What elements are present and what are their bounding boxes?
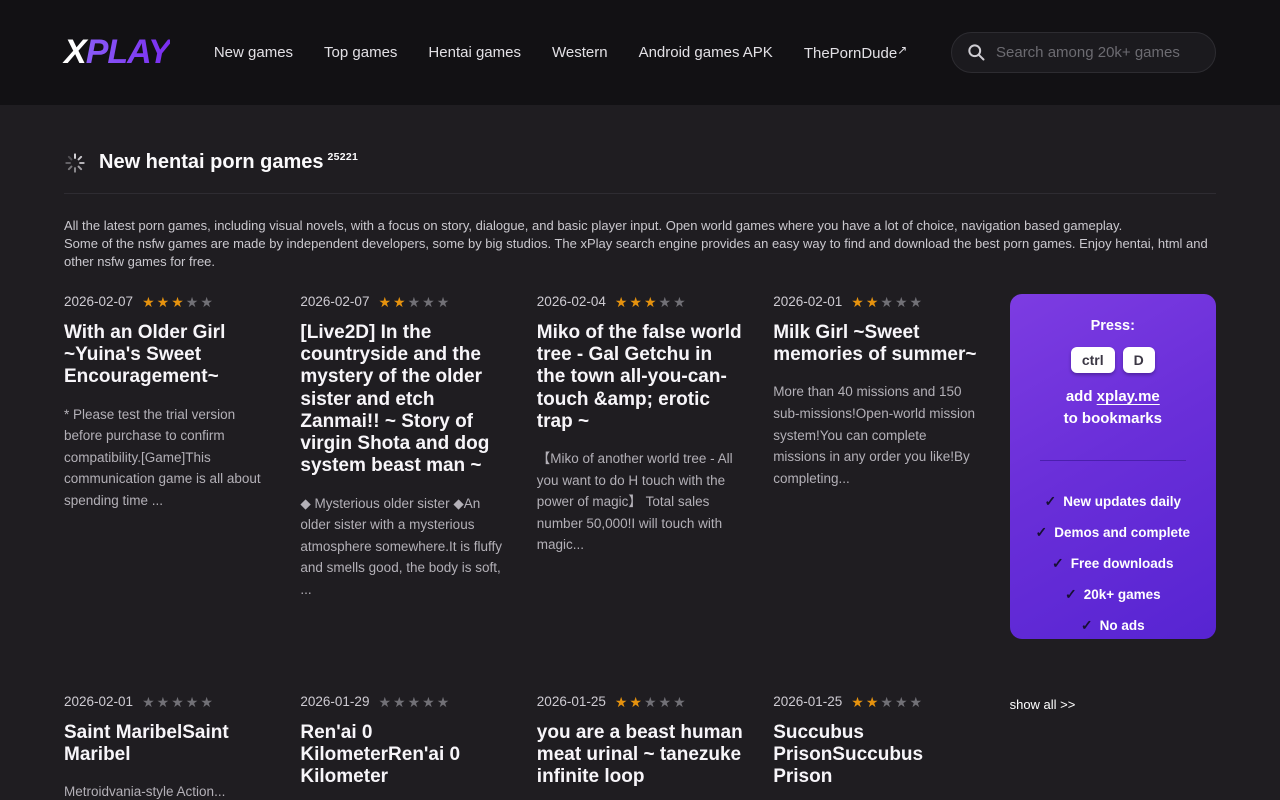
- game-title[interactable]: Ren'ai 0 KilometerRen'ai 0 Kilometer: [300, 722, 506, 789]
- logo-play: PLAY: [86, 33, 170, 71]
- game-title[interactable]: Miko of the false world tree - Gal Getch…: [537, 322, 743, 433]
- check-icon: ✓: [1065, 586, 1077, 602]
- external-link-icon: ↗: [897, 43, 907, 57]
- game-title[interactable]: you are a beast human meat urinal ~ tane…: [537, 722, 743, 789]
- feature-label: New updates daily: [1063, 494, 1181, 509]
- star-rating: ★★★★★: [142, 695, 215, 709]
- game-title[interactable]: Saint MaribelSaint Maribel: [64, 722, 270, 766]
- loading-spinner-icon: [64, 152, 86, 174]
- nav-item-new-games[interactable]: New games: [214, 44, 293, 61]
- game-description: 【Miko of another world tree - All you wa…: [537, 448, 743, 556]
- game-date: 2026-02-04: [537, 294, 606, 309]
- game-card[interactable]: 2026-02-01 ★★★★★ Saint MaribelSaint Marib…: [64, 694, 270, 800]
- check-icon: ✓: [1045, 493, 1057, 509]
- star-rating: ★★★★★: [615, 295, 688, 309]
- search-icon: [966, 42, 986, 62]
- game-date: 2026-01-29: [300, 694, 369, 709]
- game-date: 2026-02-07: [64, 294, 133, 309]
- add-bookmark-text: add xplay.me to bookmarks: [1028, 386, 1198, 430]
- game-title[interactable]: With an Older Girl ~Yuina's Sweet Encour…: [64, 322, 270, 389]
- game-card[interactable]: 2026-02-07 ★★★★★ [Live2D] In the countrys…: [300, 294, 506, 639]
- game-card[interactable]: 2026-02-01 ★★★★★ Milk Girl ~Sweet memorie…: [773, 294, 979, 639]
- page-title: New hentai porn games25221: [99, 151, 358, 174]
- promo-divider: [1040, 460, 1186, 461]
- game-card[interactable]: 2026-01-25 ★★★★★ you are a beast human me…: [537, 694, 743, 800]
- title-divider: [64, 193, 1216, 194]
- games-count-badge: 25221: [328, 151, 359, 163]
- nav-item-top-games[interactable]: Top games: [324, 44, 397, 61]
- star-rating: ★★★★★: [851, 295, 924, 309]
- game-title[interactable]: Succubus PrisonSuccubus Prison: [773, 722, 979, 789]
- nav-item-theporndude[interactable]: ThePornDude↗: [804, 43, 907, 62]
- check-icon: ✓: [1081, 617, 1093, 633]
- game-description: More than 40 missions and 150 sub-missio…: [773, 381, 979, 489]
- star-rating: ★★★★★: [378, 295, 451, 309]
- star-rating: ★★★★★: [142, 295, 215, 309]
- feature-label: Demos and complete: [1054, 525, 1190, 540]
- game-card[interactable]: 2026-01-25 ★★★★★ Succubus PrisonSuccubus …: [773, 694, 979, 800]
- bookmark-promo-card: Press: ctrl D add xplay.me to bookmarks …: [1010, 294, 1216, 639]
- feature-label: 20k+ games: [1084, 587, 1161, 602]
- xplay-domain-link[interactable]: xplay.me: [1097, 388, 1160, 405]
- game-date: 2026-01-25: [773, 694, 842, 709]
- star-rating: ★★★★★: [615, 695, 688, 709]
- nav-item-android-apk[interactable]: Android games APK: [639, 44, 773, 61]
- games-grid: 2026-02-07 ★★★★★ With an Older Girl ~Yuin…: [64, 294, 1216, 800]
- page-head: New hentai porn games25221: [64, 151, 1216, 174]
- game-title[interactable]: Milk Girl ~Sweet memories of summer~: [773, 322, 979, 366]
- logo[interactable]: XPLAY: [64, 33, 170, 72]
- logo-x: X: [64, 33, 86, 71]
- feature-label: No ads: [1100, 618, 1145, 633]
- game-card[interactable]: 2026-01-29 ★★★★★ Ren'ai 0 KilometerRen'ai…: [300, 694, 506, 800]
- promo-feature-list: ✓ New updates daily ✓ Demos and complete ✓…: [1028, 486, 1198, 641]
- feature-label: Free downloads: [1071, 556, 1174, 571]
- game-date: 2026-01-25: [537, 694, 606, 709]
- press-label: Press:: [1028, 318, 1198, 334]
- search-box: [951, 32, 1216, 73]
- main-nav: New games Top games Hentai games Western…: [214, 43, 931, 62]
- check-icon: ✓: [1036, 524, 1048, 540]
- game-description: Metroidvania-style Action...: [64, 781, 270, 800]
- game-card[interactable]: 2026-02-07 ★★★★★ With an Older Girl ~Yuin…: [64, 294, 270, 639]
- game-date: 2026-02-01: [64, 694, 133, 709]
- show-all-link[interactable]: show all >>: [1010, 694, 1216, 800]
- game-date: 2026-02-07: [300, 294, 369, 309]
- star-rating: ★★★★★: [851, 695, 924, 709]
- d-keycap: D: [1123, 347, 1155, 373]
- game-description: ◆ Mysterious older sister ◆An older sist…: [300, 493, 506, 601]
- intro-text: All the latest porn games, including vis…: [64, 217, 1216, 271]
- header: XPLAY New games Top games Hentai games W…: [0, 0, 1280, 105]
- game-description: * Please test the trial version before p…: [64, 404, 270, 512]
- game-title[interactable]: [Live2D] In the countryside and the myst…: [300, 322, 506, 478]
- nav-item-hentai-games[interactable]: Hentai games: [428, 44, 521, 61]
- check-icon: ✓: [1052, 555, 1064, 571]
- game-date: 2026-02-01: [773, 294, 842, 309]
- search-input[interactable]: [951, 32, 1216, 73]
- ctrl-keycap: ctrl: [1071, 347, 1115, 373]
- main-content: New hentai porn games25221 All the lates…: [0, 151, 1280, 800]
- game-card[interactable]: 2026-02-04 ★★★★★ Miko of the false world …: [537, 294, 743, 639]
- nav-item-western[interactable]: Western: [552, 44, 608, 61]
- star-rating: ★★★★★: [378, 695, 451, 709]
